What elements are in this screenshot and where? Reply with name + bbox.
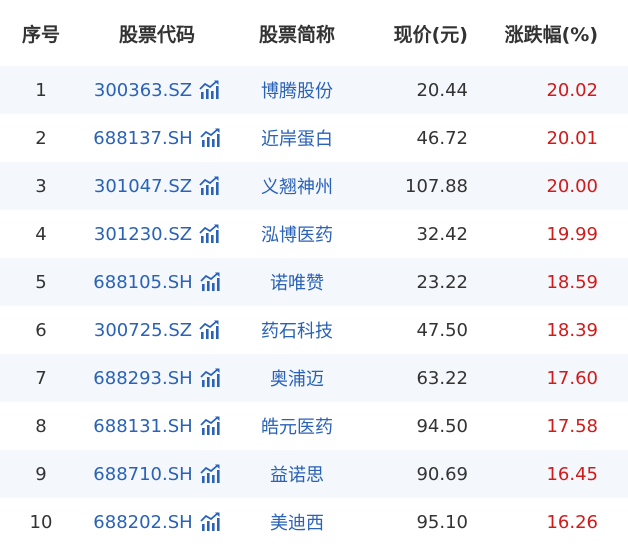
row-price: 23.22	[416, 271, 468, 293]
table-row: 8 688131.SH 皓元医药 94.50 17.58	[0, 402, 628, 450]
stock-name-link[interactable]: 美迪西	[270, 513, 324, 534]
row-index: 6	[35, 319, 47, 341]
table-row: 5 688105.SH 诺唯赞 23.22 18.59	[0, 258, 628, 306]
stock-code-link[interactable]: 300725.SZ	[94, 320, 192, 341]
row-price: 46.72	[416, 127, 468, 149]
row-index: 9	[35, 463, 47, 485]
row-index: 8	[35, 415, 47, 437]
row-change: 16.26	[546, 511, 598, 533]
stock-code-link[interactable]: 688710.SH	[93, 464, 192, 485]
stock-name-link[interactable]: 近岸蛋白	[261, 129, 333, 150]
row-price: 47.50	[416, 319, 468, 341]
row-name-cell: 美迪西	[232, 509, 362, 535]
trend-chart-icon[interactable]	[199, 128, 221, 148]
row-code-cell: 301230.SZ	[82, 224, 232, 245]
table-row: 9 688710.SH 益诺思 90.69 16.45	[0, 450, 628, 498]
row-price: 32.42	[416, 223, 468, 245]
trend-chart-icon[interactable]	[198, 320, 220, 340]
table-body: 1 300363.SZ 博腾股份 20.44 20.02 2 688137.SH	[0, 66, 628, 546]
row-name-cell: 近岸蛋白	[232, 125, 362, 151]
row-change: 17.60	[546, 367, 598, 389]
row-code-cell: 301047.SZ	[82, 176, 232, 197]
stock-code-link[interactable]: 688293.SH	[93, 368, 192, 389]
row-price: 94.50	[416, 415, 468, 437]
stock-name-link[interactable]: 益诺思	[270, 465, 324, 486]
trend-chart-icon[interactable]	[199, 416, 221, 436]
row-code-cell: 688137.SH	[82, 128, 232, 149]
row-change: 16.45	[546, 463, 598, 485]
trend-chart-icon[interactable]	[199, 368, 221, 388]
row-change: 19.99	[546, 223, 598, 245]
row-index: 7	[35, 367, 47, 389]
trend-chart-icon[interactable]	[198, 224, 220, 244]
table-row: 7 688293.SH 奥浦迈 63.22 17.60	[0, 354, 628, 402]
trend-chart-icon[interactable]	[199, 464, 221, 484]
row-code-cell: 300725.SZ	[82, 320, 232, 341]
row-code-cell: 688202.SH	[82, 512, 232, 533]
stock-code-link[interactable]: 688105.SH	[93, 272, 192, 293]
table-row: 3 301047.SZ 义翘神州 107.88 20.00	[0, 162, 628, 210]
row-change: 17.58	[546, 415, 598, 437]
trend-chart-icon[interactable]	[199, 272, 221, 292]
stock-name-link[interactable]: 皓元医药	[261, 417, 333, 438]
row-price: 63.22	[416, 367, 468, 389]
row-name-cell: 皓元医药	[232, 413, 362, 439]
header-price: 现价(元)	[393, 23, 468, 46]
row-code-cell: 688131.SH	[82, 416, 232, 437]
table-row: 2 688137.SH 近岸蛋白 46.72 20.01	[0, 114, 628, 162]
table-row: 6 300725.SZ 药石科技 47.50 18.39	[0, 306, 628, 354]
row-index: 1	[35, 79, 47, 101]
row-name-cell: 药石科技	[232, 317, 362, 343]
row-code-cell: 688710.SH	[82, 464, 232, 485]
row-index: 3	[35, 175, 47, 197]
row-change: 18.59	[546, 271, 598, 293]
header-index: 序号	[21, 23, 60, 46]
stock-name-link[interactable]: 诺唯赞	[270, 273, 324, 294]
trend-chart-icon[interactable]	[199, 512, 221, 532]
row-code-cell: 688105.SH	[82, 272, 232, 293]
stock-name-link[interactable]: 奥浦迈	[270, 369, 324, 390]
stock-name-link[interactable]: 博腾股份	[261, 81, 333, 102]
table-row: 1 300363.SZ 博腾股份 20.44 20.02	[0, 66, 628, 114]
row-change: 18.39	[546, 319, 598, 341]
row-name-cell: 泓博医药	[232, 221, 362, 247]
stock-table: 序号 股票代码 股票简称 现价(元) 涨跌幅(%) 1 300363.SZ 博腾…	[0, 0, 628, 546]
row-price: 107.88	[405, 175, 468, 197]
stock-name-link[interactable]: 药石科技	[261, 321, 333, 342]
row-code-cell: 300363.SZ	[82, 80, 232, 101]
table-row: 10 688202.SH 美迪西 95.10 16.26	[0, 498, 628, 546]
row-change: 20.00	[546, 175, 598, 197]
trend-chart-icon[interactable]	[198, 176, 220, 196]
row-index: 10	[29, 511, 53, 533]
header-change: 涨跌幅(%)	[504, 23, 598, 46]
stock-code-link[interactable]: 688137.SH	[93, 128, 192, 149]
row-index: 2	[35, 127, 47, 149]
header-name: 股票简称	[258, 23, 335, 46]
row-name-cell: 义翘神州	[232, 173, 362, 199]
row-change: 20.01	[546, 127, 598, 149]
row-code-cell: 688293.SH	[82, 368, 232, 389]
row-price: 90.69	[416, 463, 468, 485]
stock-code-link[interactable]: 688131.SH	[93, 416, 192, 437]
stock-code-link[interactable]: 300363.SZ	[94, 80, 192, 101]
stock-code-link[interactable]: 688202.SH	[93, 512, 192, 533]
stock-name-link[interactable]: 泓博医药	[261, 225, 333, 246]
table-row: 4 301230.SZ 泓博医药 32.42 19.99	[0, 210, 628, 258]
row-index: 5	[35, 271, 47, 293]
table-header: 序号 股票代码 股票简称 现价(元) 涨跌幅(%)	[0, 0, 628, 66]
stock-code-link[interactable]: 301047.SZ	[94, 176, 192, 197]
row-price: 20.44	[416, 79, 468, 101]
row-change: 20.02	[546, 79, 598, 101]
row-price: 95.10	[416, 511, 468, 533]
row-name-cell: 诺唯赞	[232, 269, 362, 295]
row-name-cell: 奥浦迈	[232, 365, 362, 391]
header-code: 股票代码	[118, 23, 195, 46]
row-index: 4	[35, 223, 47, 245]
stock-code-link[interactable]: 301230.SZ	[94, 224, 192, 245]
row-name-cell: 博腾股份	[232, 77, 362, 103]
row-name-cell: 益诺思	[232, 461, 362, 487]
trend-chart-icon[interactable]	[198, 80, 220, 100]
stock-name-link[interactable]: 义翘神州	[261, 177, 333, 198]
